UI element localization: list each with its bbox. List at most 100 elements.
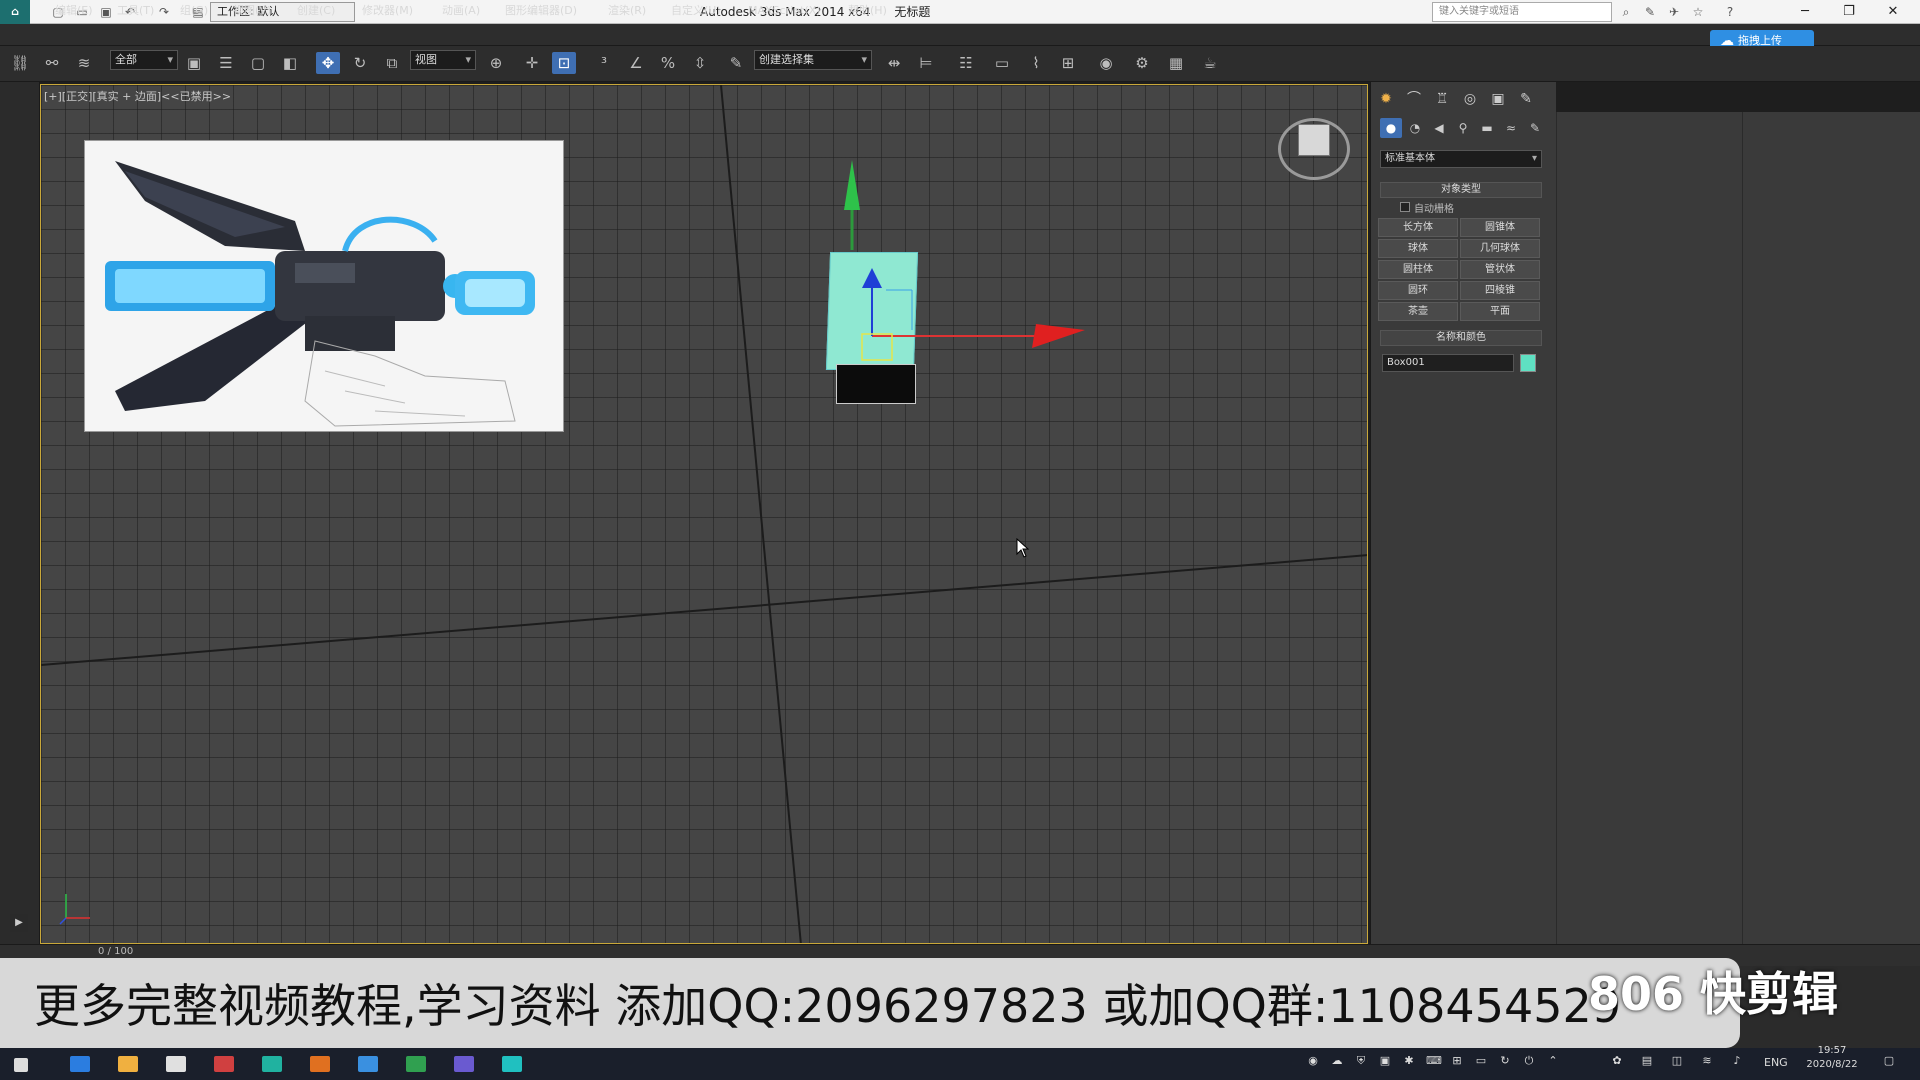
layer-manager-icon[interactable]: ☷ — [954, 52, 978, 74]
taskbar-app-chat-icon[interactable] — [166, 1056, 186, 1072]
curve-editor-icon[interactable]: ⌇ — [1024, 52, 1048, 74]
menu-maxscript[interactable]: MAXScript(X) — [748, 0, 821, 22]
menu-modifiers[interactable]: 修改器(M) — [362, 0, 413, 22]
play-animation-icon[interactable]: ▶ — [10, 914, 28, 932]
tray-folder-icon[interactable]: ▤ — [1640, 1054, 1654, 1068]
mirror-icon[interactable]: ⇹ — [882, 52, 906, 74]
close-button[interactable]: ✕ — [1872, 0, 1914, 24]
menu-customize[interactable]: 自定义(U) — [671, 0, 721, 22]
menu-edit[interactable]: 编辑(E) — [55, 0, 93, 22]
snaps-toggle-icon[interactable]: ³ — [592, 52, 616, 74]
app-logo-icon[interactable]: ⌂ — [0, 0, 30, 24]
redo-icon[interactable]: ↷ — [156, 4, 172, 20]
help-icon[interactable]: ? — [1722, 4, 1738, 20]
select-by-name-icon[interactable]: ☰ — [214, 52, 238, 74]
tray-input-icon[interactable]: ⌨ — [1426, 1054, 1442, 1068]
reference-coord-dropdown[interactable]: 视图 — [410, 50, 476, 70]
cameras-icon[interactable]: ⚲ — [1452, 118, 1474, 138]
space-warps-icon[interactable]: ≈ — [1500, 118, 1522, 138]
viewport-label[interactable]: [+][正交][真实 + 边面]<<已禁用>> — [44, 88, 231, 104]
systems-icon[interactable]: ✎ — [1524, 118, 1546, 138]
help-search-input[interactable]: 键入关键字或短语 — [1432, 2, 1612, 22]
rotate-icon[interactable]: ↻ — [348, 52, 372, 74]
menu-views[interactable]: 视图(V) — [233, 0, 271, 22]
create-tab-icon[interactable]: ✹ — [1374, 88, 1398, 110]
lights-icon[interactable]: ◀ — [1428, 118, 1450, 138]
taskbar-app-video-icon[interactable] — [502, 1056, 522, 1072]
box-button[interactable]: 长方体 — [1378, 218, 1458, 237]
name-color-rollout-header[interactable]: 名称和颜色 — [1380, 330, 1542, 346]
align-icon[interactable]: ⊨ — [914, 52, 938, 74]
tray-network-icon[interactable]: ◫ — [1670, 1054, 1684, 1068]
window-crossing-icon[interactable]: ◧ — [278, 52, 302, 74]
display-tab-icon[interactable]: ▣ — [1486, 88, 1510, 110]
cone-button[interactable]: 圆锥体 — [1460, 218, 1540, 237]
cylinder-button[interactable]: 圆柱体 — [1378, 260, 1458, 279]
tray-wifi-icon[interactable]: ≋ — [1700, 1054, 1714, 1068]
subscription-icon[interactable]: ✎ — [1642, 4, 1658, 20]
menu-create[interactable]: 创建(C) — [297, 0, 335, 22]
selection-region-icon[interactable]: ▢ — [246, 52, 270, 74]
menu-help[interactable]: 帮助(H) — [848, 0, 887, 22]
graphite-ribbon-icon[interactable]: ▭ — [990, 52, 1014, 74]
keyboard-shortcut-override-icon[interactable]: ⊡ — [552, 52, 576, 74]
tray-qq-icon[interactable]: ✿ — [1610, 1054, 1624, 1068]
viewcube-face[interactable] — [1298, 124, 1330, 156]
geometry-icon[interactable]: ● — [1380, 118, 1402, 138]
motion-tab-icon[interactable]: ◎ — [1458, 88, 1482, 110]
menu-rendering[interactable]: 渲染(R) — [608, 0, 646, 22]
infocenter-binoculars-icon[interactable]: ⌕ — [1618, 4, 1634, 20]
favorites-star-icon[interactable]: ☆ — [1690, 4, 1706, 20]
taskbar-app-edge-icon[interactable] — [70, 1056, 90, 1072]
move-icon[interactable]: ✥ — [316, 52, 340, 74]
rendered-frame-window-icon[interactable]: ▦ — [1164, 52, 1188, 74]
tray-arrow-icon[interactable]: ⌃ — [1546, 1054, 1560, 1068]
taskbar-app-editor-icon[interactable] — [454, 1056, 474, 1072]
spinner-snap-icon[interactable]: ⇳ — [688, 52, 712, 74]
select-object-icon[interactable]: ▣ — [182, 52, 206, 74]
tray-antivirus-icon[interactable]: ◉ — [1306, 1054, 1320, 1068]
menu-animation[interactable]: 动画(A) — [442, 0, 480, 22]
windows-start-icon[interactable] — [14, 1058, 28, 1072]
taskbar-app-recorder-icon[interactable] — [310, 1056, 330, 1072]
selection-filter-dropdown[interactable]: 全部 — [110, 50, 178, 70]
named-selection-dropdown[interactable]: 创建选择集 — [754, 50, 872, 70]
percent-snap-icon[interactable]: % — [656, 52, 680, 74]
taskbar-app-3dsmax-icon[interactable] — [262, 1056, 282, 1072]
object-color-swatch[interactable] — [1520, 354, 1536, 372]
utilities-tab-icon[interactable]: ✎ — [1514, 88, 1538, 110]
tray-volume-icon[interactable]: ♪ — [1730, 1054, 1744, 1068]
object-type-rollout-header[interactable]: 对象类型 — [1380, 182, 1542, 198]
menu-graph-editors[interactable]: 图形编辑器(D) — [505, 0, 577, 22]
sphere-button[interactable]: 球体 — [1378, 239, 1458, 258]
schematic-view-icon[interactable]: ⊞ — [1056, 52, 1080, 74]
helpers-icon[interactable]: ▬ — [1476, 118, 1498, 138]
menu-tools[interactable]: 工具(T) — [117, 0, 154, 22]
menu-group[interactable]: 组(G) — [180, 0, 208, 22]
tray-power-icon[interactable]: ⏻ — [1522, 1054, 1536, 1068]
material-editor-icon[interactable]: ◉ — [1094, 52, 1118, 74]
taskbar-app-explorer-icon[interactable] — [118, 1056, 138, 1072]
system-clock[interactable]: 19:57 2020/8/22 — [1800, 1044, 1864, 1072]
select-manipulate-icon[interactable]: ✛ — [520, 52, 544, 74]
tray-sync-icon[interactable]: ↻ — [1498, 1054, 1512, 1068]
scale-icon[interactable]: ⧉ — [380, 52, 404, 74]
shapes-icon[interactable]: ◔ — [1404, 118, 1426, 138]
edit-named-selection-icon[interactable]: ✎ — [724, 52, 748, 74]
taskbar-app-browser-icon[interactable] — [358, 1056, 378, 1072]
render-setup-icon[interactable]: ⚙ — [1130, 52, 1154, 74]
pivot-center-icon[interactable]: ⊕ — [484, 52, 508, 74]
tray-monitor-icon[interactable]: ▭ — [1474, 1054, 1488, 1068]
geosphere-button[interactable]: 几何球体 — [1460, 239, 1540, 258]
tray-bluetooth-icon[interactable]: ✱ — [1402, 1054, 1416, 1068]
modify-tab-icon[interactable]: ⌒ — [1402, 88, 1426, 110]
torus-button[interactable]: 圆环 — [1378, 281, 1458, 300]
object-name-input[interactable]: Box001 — [1382, 354, 1514, 372]
tray-app-icon[interactable]: ▣ — [1378, 1054, 1392, 1068]
input-language[interactable]: ENG — [1764, 1052, 1788, 1074]
angle-snap-icon[interactable]: ∠ — [624, 52, 648, 74]
maximize-button[interactable]: ❐ — [1828, 0, 1870, 24]
tray-cloud-icon[interactable]: ☁ — [1330, 1054, 1344, 1068]
teapot-button[interactable]: 茶壶 — [1378, 302, 1458, 321]
pyramid-button[interactable]: 四棱锥 — [1460, 281, 1540, 300]
